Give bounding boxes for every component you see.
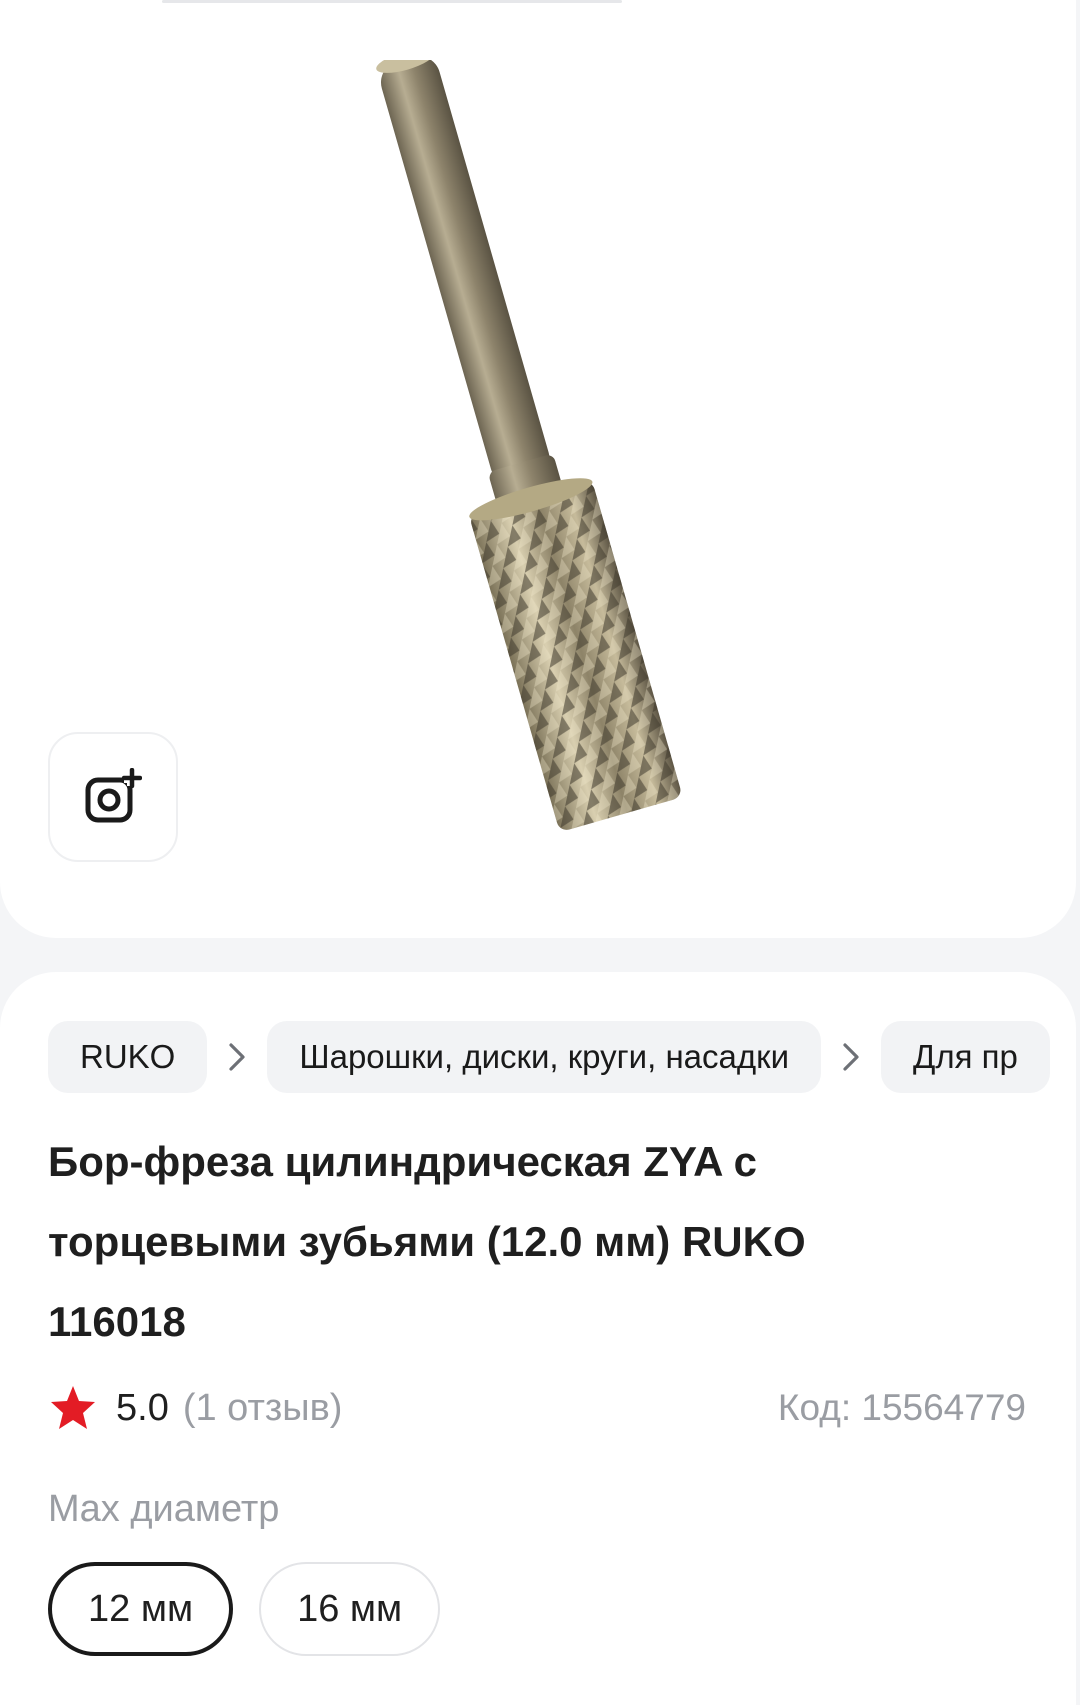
rating-row: 5.0 (1 отзыв) Код: 15564779: [48, 1380, 1028, 1436]
gallery-indicator: [162, 0, 622, 3]
breadcrumb: RUKO Шарошки, диски, круги, насадки Для …: [48, 1020, 1080, 1094]
reviews-link[interactable]: (1 отзыв): [183, 1387, 343, 1430]
variant-options: 12 мм 16 мм: [48, 1562, 466, 1656]
chevron-right-icon: [821, 1021, 881, 1093]
chevron-right-icon: [207, 1021, 267, 1093]
breadcrumb-item-brand[interactable]: RUKO: [48, 1021, 208, 1093]
product-gallery[interactable]: [0, 0, 1076, 938]
product-page: RUKO Шарошки, диски, круги, насадки Для …: [0, 0, 1080, 1705]
product-code: Код: 15564779: [777, 1387, 1026, 1428]
rating-value: 5.0: [116, 1386, 169, 1429]
product-image[interactable]: [290, 60, 770, 860]
product-title: Бор-фреза цилиндрическая ZYA с торцевыми…: [48, 1138, 806, 1345]
star-icon: [51, 1386, 95, 1429]
add-photo-button[interactable]: [48, 732, 178, 862]
variant-label: Max диаметр: [48, 1488, 280, 1530]
breadcrumb-item-subcategory[interactable]: Для пр: [881, 1021, 1050, 1093]
variant-option-12mm[interactable]: 12 мм: [48, 1562, 234, 1656]
breadcrumb-item-category[interactable]: Шарошки, диски, круги, насадки: [267, 1021, 822, 1093]
camera-plus-icon: [85, 768, 142, 823]
variant-option-16mm[interactable]: 16 мм: [259, 1562, 441, 1656]
